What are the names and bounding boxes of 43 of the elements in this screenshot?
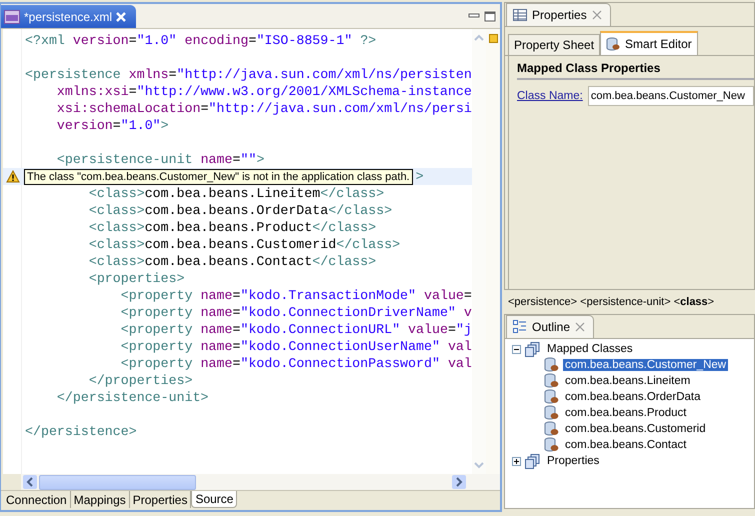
code-line: <property name="kodo.ConnectionDriverName" v	[120, 304, 472, 321]
tree-item[interactable]: Mapped Classes	[545, 343, 635, 355]
code-line: <class>com.bea.beans.Contact</class>	[88, 253, 376, 270]
code-line: <property name="kodo.ConnectionURL" value="j	[120, 321, 472, 338]
editor-tab[interactable]: *persistence.xml	[1, 5, 136, 28]
code-line: <class>com.bea.beans.Product</class>	[88, 219, 376, 236]
view-title: Properties	[532, 8, 587, 22]
view-tab[interactable]: Outline	[506, 315, 594, 338]
code-line: xsi:schemaLocation="http://java.sun.com/xml/ns/persi	[56, 100, 472, 117]
code-line: <class>com.bea.beans.OrderData</class>	[88, 202, 392, 219]
tree-item[interactable]: com.bea.beans.OrderData	[563, 391, 703, 403]
page-tab[interactable]: Source	[191, 491, 238, 508]
editor-mode-tab[interactable]: Property Sheet	[508, 34, 600, 55]
class-name-link[interactable]: Class Name:	[517, 90, 583, 102]
code-line: <property name="kodo.ConnectionUserName" val	[120, 338, 472, 355]
tree-item[interactable]: com.bea.beans.Customer_New	[563, 359, 728, 371]
tree-item[interactable]: Properties	[545, 455, 602, 467]
section-title: Mapped Class Properties	[517, 61, 754, 80]
code-line: version="1.0">	[56, 117, 169, 134]
code-line: <property name="kodo.ConnectionPassword" val	[120, 355, 472, 372]
code-line: <properties>	[88, 270, 185, 287]
tree-item[interactable]: com.bea.beans.Product	[563, 407, 688, 419]
warning-tooltip: The class "com.bea.beans.Customer_New" is not in the application class path.	[24, 168, 413, 184]
code-line: </properties>	[88, 372, 193, 389]
view-tab[interactable]: Properties	[506, 3, 611, 26]
breadcrumb: <persistence> <persistence-unit> <class>	[508, 296, 714, 308]
tree-item[interactable]: com.bea.beans.Contact	[563, 439, 688, 451]
view-title: Outline	[532, 320, 570, 334]
code-line: <?xml version="1.0" encoding="ISO-8859-1" ?>	[25, 32, 376, 49]
code-line: <persistence xmlns="http://java.sun.com/xml/ns/persisten	[25, 66, 472, 83]
class-name-field[interactable]: com.bea.beans.Customer_New	[588, 86, 754, 106]
code-line: <class>com.bea.beans.Lineitem</class>	[88, 185, 384, 202]
editor-tab-title: *persistence.xml	[24, 10, 112, 24]
code-line: </persistence>	[25, 423, 137, 440]
editor-mode-tab[interactable]: Smart Editor	[600, 31, 698, 55]
tree-item[interactable]: com.bea.beans.Lineitem	[563, 375, 692, 387]
code-line: <class>com.bea.beans.Customerid</class>	[88, 236, 400, 253]
code-line: xmlns:xsi="http://www.w3.org/2001/XMLSchema-instance	[56, 83, 472, 100]
code-line: <persistence-unit name="">	[56, 151, 264, 168]
code-line: </persistence-unit>	[56, 389, 209, 406]
tree-item[interactable]: com.bea.beans.Customerid	[563, 423, 708, 435]
code-line: <property name="kodo.TransactionMode" value=	[120, 287, 472, 304]
code-line: >	[416, 168, 424, 185]
